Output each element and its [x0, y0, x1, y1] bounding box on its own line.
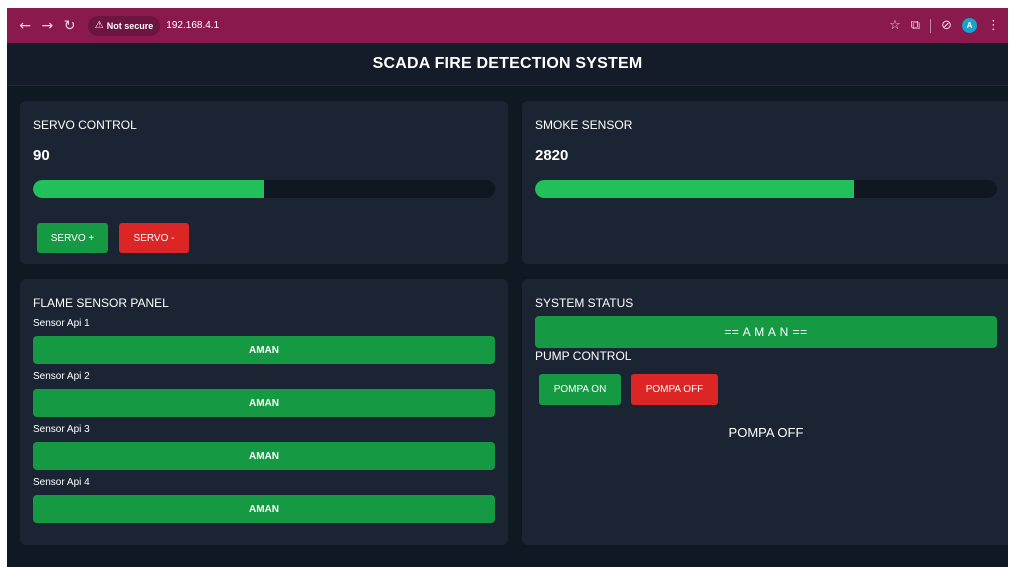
- servo-card-title: SERVO CONTROL: [33, 118, 137, 132]
- smoke-level-fill: [535, 180, 854, 198]
- pump-state-text: POMPA OFF: [728, 425, 804, 440]
- extensions-icon[interactable]: ⧉: [911, 18, 920, 33]
- sensor-label-2: Sensor Api 2: [33, 371, 90, 382]
- smoke-card-title: SMOKE SENSOR: [535, 118, 633, 132]
- servo-level-track: [33, 180, 495, 198]
- smoke-sensor-card: SMOKE SENSOR 2820: [522, 101, 1008, 264]
- servo-plus-button[interactable]: SERVO +: [37, 223, 108, 253]
- sensor-status-4: AMAN: [33, 495, 495, 523]
- page-header: SCADA FIRE DETECTION SYSTEM: [7, 43, 1008, 86]
- sensor-label-4: Sensor Api 4: [33, 477, 90, 488]
- system-status-banner: == A M A N ==: [535, 316, 997, 348]
- pump-control-title: PUMP CONTROL: [535, 349, 632, 363]
- servo-control-card: SERVO CONTROL 90 SERVO + SERVO -: [20, 101, 508, 264]
- servo-level-fill: [33, 180, 264, 198]
- sensor-status-3: AMAN: [33, 442, 495, 470]
- pump-off-button[interactable]: POMPA OFF: [631, 374, 718, 405]
- system-status-card: SYSTEM STATUS == A M A N == PUMP CONTROL…: [522, 279, 1008, 545]
- security-label: Not secure: [106, 20, 154, 31]
- browser-toolbar: ← → ↻ ⚠ Not secure 192.168.4.1 ☆ ⧉ ⊘ A ⋮: [7, 8, 1008, 43]
- flame-sensor-card: FLAME SENSOR PANEL Sensor Api 1 AMAN Sen…: [20, 279, 508, 545]
- servo-minus-button[interactable]: SERVO -: [119, 223, 189, 253]
- pump-on-button[interactable]: POMPA ON: [539, 374, 621, 405]
- sync-icon[interactable]: ⊘: [941, 18, 952, 33]
- profile-avatar[interactable]: A: [962, 18, 977, 33]
- bookmark-star-icon[interactable]: ☆: [889, 18, 901, 33]
- servo-value: 90: [33, 147, 50, 164]
- system-card-title: SYSTEM STATUS: [535, 296, 634, 310]
- smoke-value: 2820: [535, 147, 569, 164]
- forward-icon[interactable]: →: [37, 15, 57, 37]
- browser-window: ← → ↻ ⚠ Not secure 192.168.4.1 ☆ ⧉ ⊘ A ⋮…: [7, 8, 1008, 567]
- toolbar-divider: [930, 18, 932, 33]
- flame-card-title: FLAME SENSOR PANEL: [33, 296, 169, 310]
- security-chip[interactable]: ⚠ Not secure: [87, 15, 161, 36]
- menu-kebab-icon[interactable]: ⋮: [987, 18, 1000, 33]
- back-icon[interactable]: ←: [15, 15, 35, 37]
- sensor-status-1: AMAN: [33, 336, 495, 364]
- sensor-status-2: AMAN: [33, 389, 495, 417]
- url-text: 192.168.4.1: [166, 20, 220, 31]
- address-bar[interactable]: ⚠ Not secure 192.168.4.1: [87, 14, 889, 38]
- smoke-level-track: [535, 180, 997, 198]
- reload-icon[interactable]: ↻: [60, 15, 80, 37]
- sensor-label-3: Sensor Api 3: [33, 424, 90, 435]
- warning-icon: ⚠: [94, 20, 104, 31]
- page-title: SCADA FIRE DETECTION SYSTEM: [372, 55, 643, 72]
- sensor-label-1: Sensor Api 1: [33, 318, 90, 329]
